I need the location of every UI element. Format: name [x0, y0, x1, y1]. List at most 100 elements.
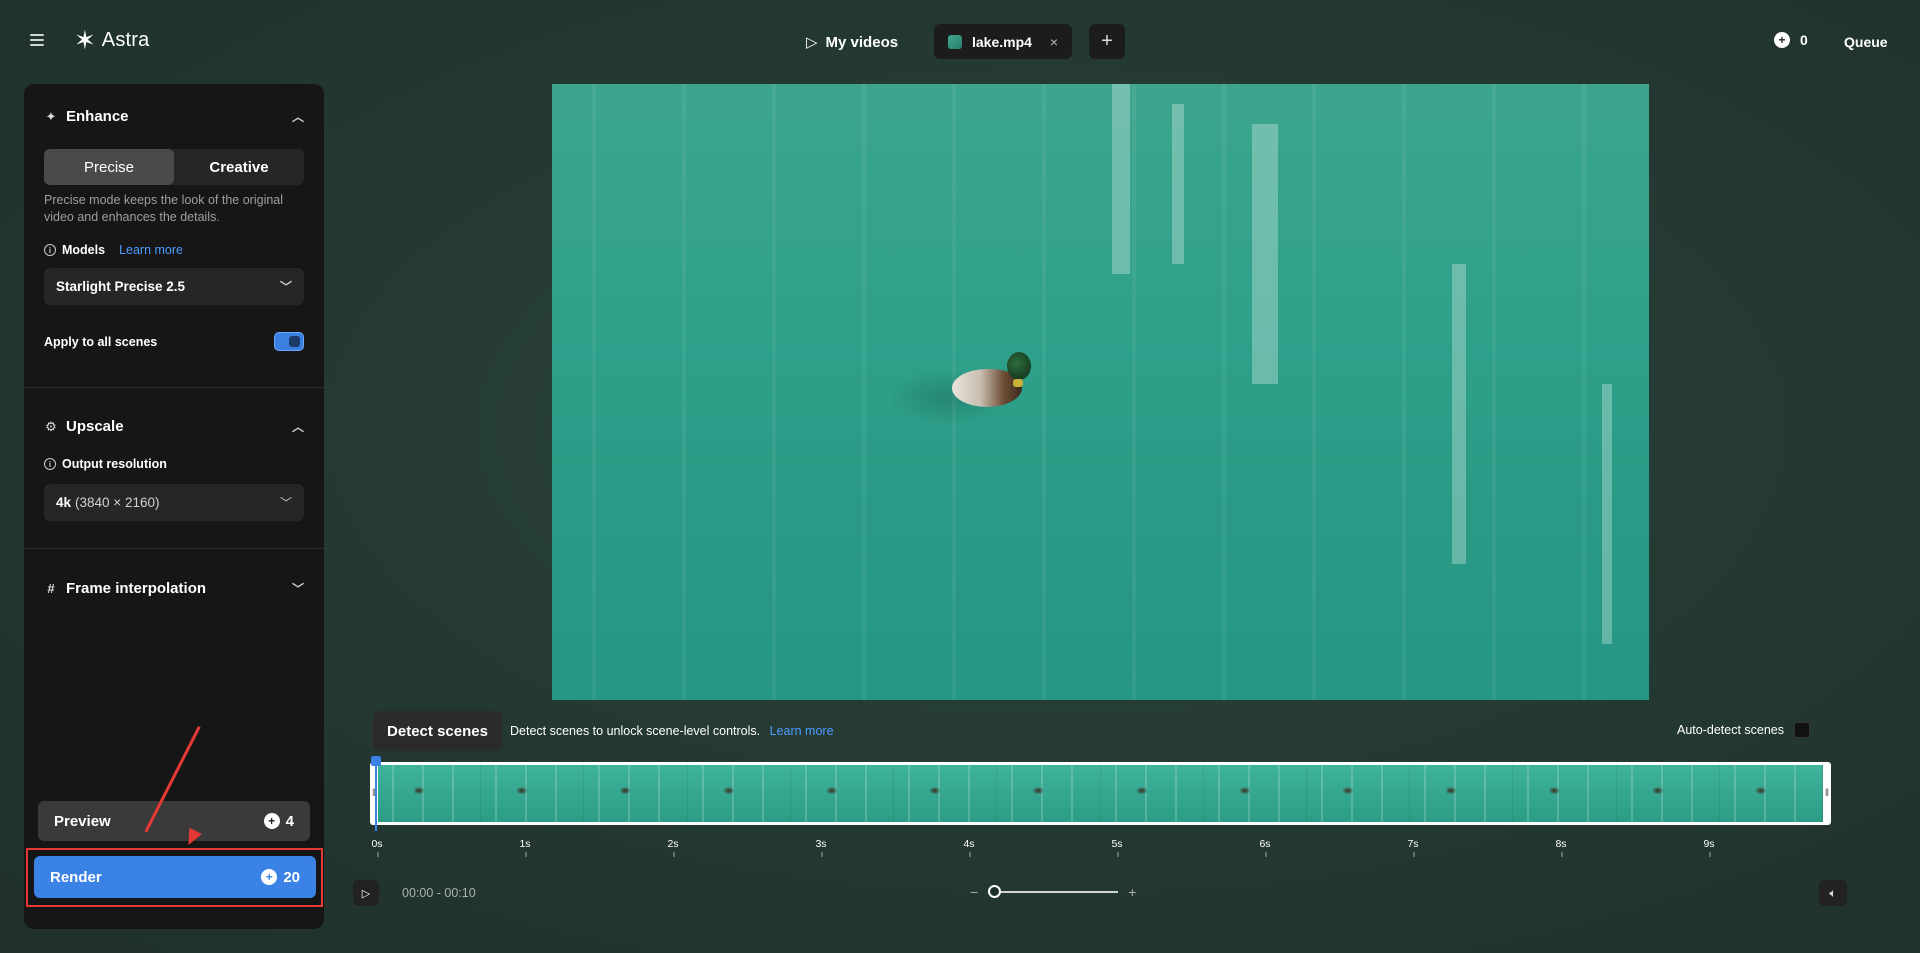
- detect-learn-more-link[interactable]: Learn more: [770, 724, 834, 738]
- my-videos-label: My videos: [825, 33, 899, 51]
- model-select-value: Starlight Precise 2.5: [56, 279, 186, 294]
- auto-detect-row: Auto-detect scenes: [1677, 722, 1811, 738]
- section-divider: [24, 548, 324, 549]
- film-frame: [1410, 765, 1514, 822]
- frame-interpolation-title: Frame interpolation: [66, 580, 207, 597]
- volume-button[interactable]: 🔈︎: [1819, 880, 1847, 906]
- film-frame: [1100, 765, 1204, 822]
- playhead[interactable]: [371, 756, 381, 831]
- timeline-zoom: − +: [970, 884, 1136, 900]
- credit-coin-icon: +: [1774, 32, 1790, 48]
- resolution-detail: (3840 × 2160): [75, 495, 160, 510]
- top-bar: ✶ Astra ▷ My videos lake.mp4 × + + 0 Que…: [0, 0, 1920, 84]
- play-icon: ▷: [361, 887, 371, 900]
- tick-label: 9s: [1703, 838, 1715, 857]
- trim-handle-right[interactable]: ‖: [1823, 762, 1831, 825]
- film-frame: [481, 765, 585, 822]
- upscale-section-header[interactable]: ⚙ Upscale ︿: [44, 418, 304, 435]
- timeline-ruler: 0s 1s 2s 3s 4s 5s 6s 7s 8s 9s: [0, 838, 1920, 858]
- app-name: Astra: [101, 28, 150, 51]
- tick-label: 5s: [1111, 838, 1123, 857]
- preview-button[interactable]: Preview + 4: [38, 801, 310, 841]
- info-icon: i: [44, 458, 56, 470]
- film-frame: [687, 765, 791, 822]
- upscale-gear-icon: ⚙: [45, 418, 57, 434]
- output-resolution-label-row: i Output resolution: [44, 457, 167, 471]
- tick-label: 4s: [963, 838, 975, 857]
- duck-head: [1007, 352, 1031, 380]
- my-videos-link[interactable]: ▷ My videos: [806, 30, 898, 54]
- close-tab-icon[interactable]: ×: [1050, 34, 1058, 50]
- render-label: Render: [50, 868, 102, 886]
- credit-coin-icon: +: [261, 869, 278, 885]
- zoom-slider-knob[interactable]: [988, 885, 1002, 898]
- video-thumbnail-icon: [948, 34, 962, 49]
- water-reflection: [1252, 124, 1278, 384]
- water-reflection: [1452, 264, 1466, 564]
- zoom-out-button[interactable]: −: [970, 884, 978, 900]
- film-frame: [584, 765, 688, 822]
- apply-all-scenes-toggle[interactable]: [274, 332, 304, 351]
- mode-description: Precise mode keeps the look of the origi…: [44, 193, 284, 224]
- play-outline-icon: ▷: [806, 34, 818, 51]
- film-frame: [1203, 765, 1307, 822]
- mode-precise-button[interactable]: Precise: [44, 149, 174, 185]
- duck-bill: [1013, 379, 1023, 387]
- credits-count: 0: [1800, 32, 1808, 48]
- chevron-up-icon: ︿: [291, 420, 304, 434]
- output-resolution-label: Output resolution: [62, 457, 167, 471]
- astra-star-icon: ✶: [74, 25, 96, 55]
- chevron-down-icon: ﹀: [291, 582, 304, 596]
- detect-scenes-hint: Detect scenes to unlock scene-level cont…: [510, 724, 834, 738]
- film-frame: [1513, 765, 1617, 822]
- mode-creative-button[interactable]: Creative: [174, 149, 304, 185]
- tick-label: 2s: [667, 838, 679, 857]
- sparkle-icon: ✦: [45, 108, 57, 124]
- zoom-slider[interactable]: [988, 885, 1119, 898]
- water-reflection: [1602, 384, 1612, 644]
- film-frame: [790, 765, 895, 822]
- tab-lake-mp4[interactable]: lake.mp4 ×: [934, 24, 1072, 59]
- water-reflection: [1172, 104, 1184, 264]
- upscale-title: Upscale: [66, 418, 124, 435]
- preview-label: Preview: [54, 812, 111, 830]
- tick-label: 8s: [1555, 838, 1567, 857]
- tab-label: lake.mp4: [972, 33, 1032, 50]
- add-tab-button[interactable]: +: [1089, 24, 1125, 59]
- enhance-section-header[interactable]: ✦ Enhance ︿: [44, 108, 304, 125]
- detect-scenes-button[interactable]: Detect scenes: [373, 711, 502, 751]
- resolution-select[interactable]: 4k (3840 × 2160) ﹀: [44, 484, 304, 521]
- models-label: Models: [62, 243, 106, 257]
- detect-hint-text: Detect scenes to unlock scene-level cont…: [510, 724, 761, 738]
- timeline-filmstrip[interactable]: ‖ ‖: [370, 756, 1831, 831]
- chevron-down-icon: ﹀: [279, 280, 292, 294]
- model-select[interactable]: Starlight Precise 2.5 ﹀: [44, 268, 304, 305]
- hash-grid-icon: #: [47, 581, 55, 596]
- hamburger-menu-icon[interactable]: [30, 34, 44, 46]
- timecode: 00:00 - 00:10: [402, 886, 476, 900]
- chevron-down-icon: ﹀: [279, 496, 292, 510]
- settings-sidebar: ✦ Enhance ︿ Precise Creative Precise mod…: [24, 84, 324, 929]
- apply-all-scenes-row: Apply to all scenes: [44, 332, 304, 351]
- auto-detect-checkbox[interactable]: [1794, 722, 1811, 738]
- frame-interpolation-section-header[interactable]: # Frame interpolation ﹀: [44, 580, 304, 597]
- credits-balance[interactable]: + 0: [1774, 32, 1808, 48]
- info-icon: i: [44, 244, 56, 256]
- filmstrip-frames: [378, 765, 1824, 822]
- preview-credit-count: 4: [285, 812, 294, 830]
- render-button[interactable]: Render + 20: [34, 856, 316, 898]
- tick-label: 6s: [1259, 838, 1271, 857]
- video-preview[interactable]: [552, 84, 1649, 700]
- render-credit-count: 20: [283, 868, 300, 886]
- models-learn-more-link[interactable]: Learn more: [119, 243, 183, 257]
- play-button[interactable]: ▷: [353, 880, 379, 906]
- chevron-up-icon: ︿: [291, 110, 304, 124]
- water-reflection: [1112, 84, 1130, 274]
- zoom-in-button[interactable]: +: [1128, 884, 1136, 900]
- section-divider: [24, 387, 324, 388]
- queue-link[interactable]: Queue: [1844, 34, 1888, 50]
- film-frame: [894, 765, 998, 822]
- resolution-value: 4k: [56, 495, 72, 510]
- models-label-row: i Models Learn more: [44, 243, 183, 257]
- auto-detect-label: Auto-detect scenes: [1677, 723, 1785, 737]
